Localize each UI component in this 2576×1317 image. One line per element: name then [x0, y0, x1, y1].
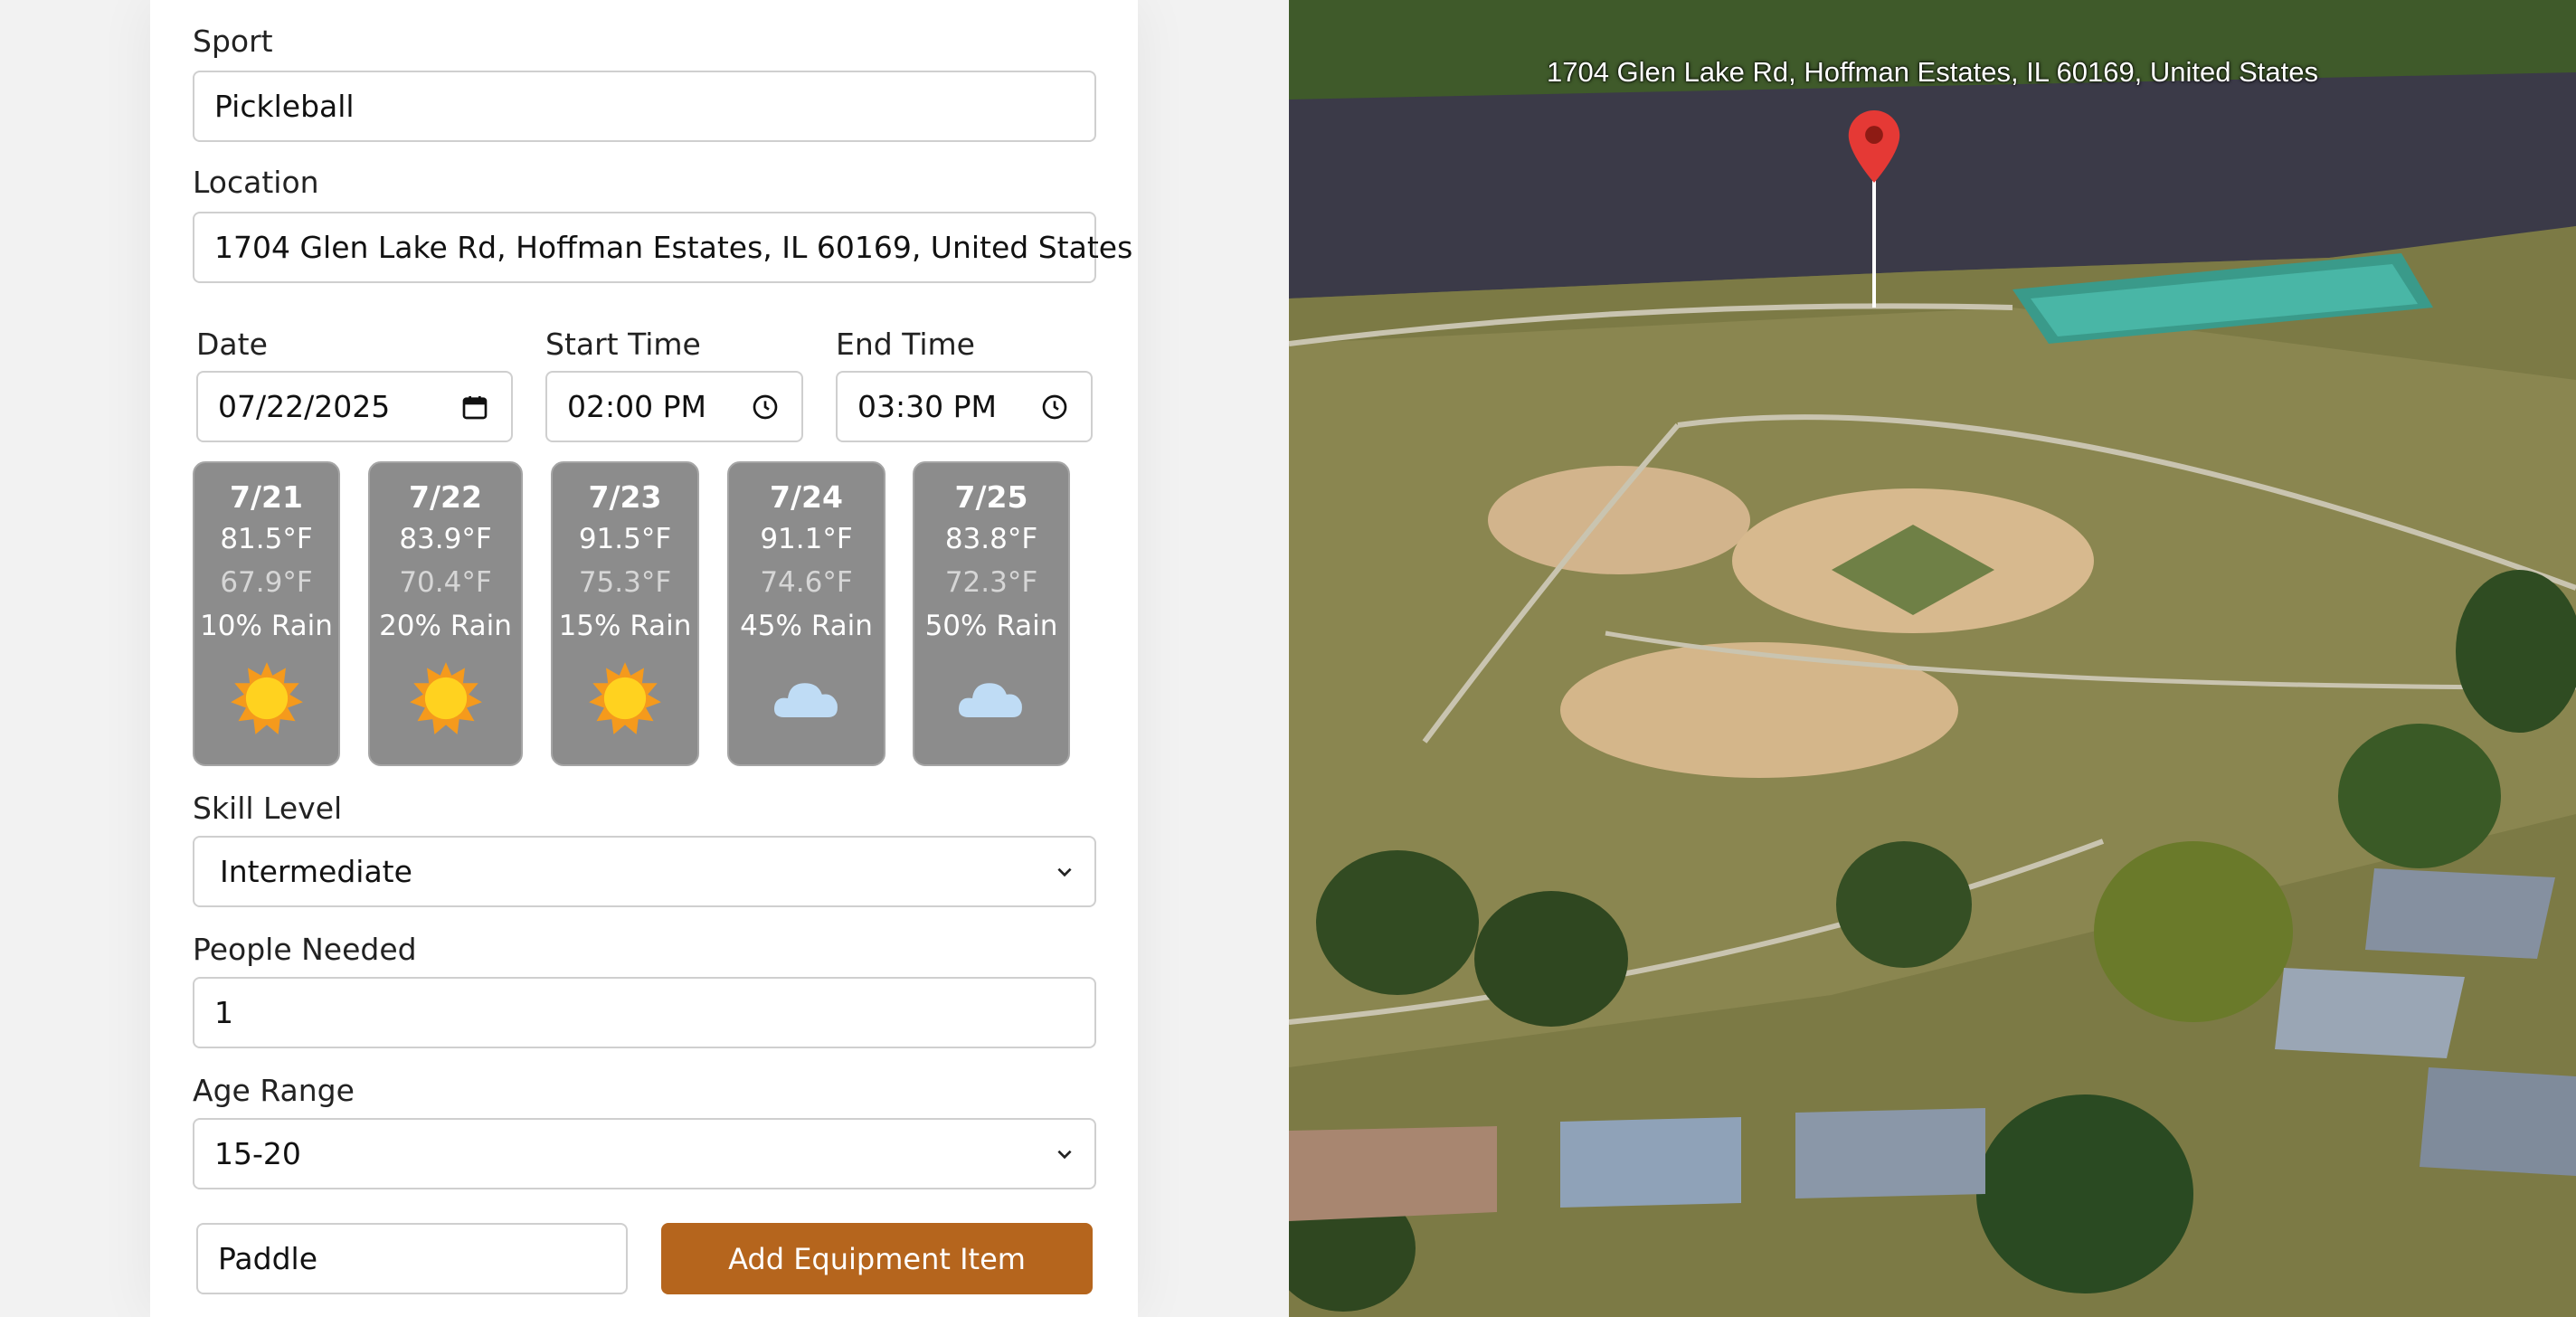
start-time-input[interactable]: 02:00 PM: [545, 371, 803, 442]
age-range-value: 15-20: [214, 1136, 301, 1171]
forecast-card[interactable]: 7/21 81.5°F 67.9°F 10% Rain: [193, 461, 340, 766]
location-input[interactable]: 1704 Glen Lake Rd, Hoffman Estates, IL 6…: [193, 212, 1132, 283]
location-label: Location: [193, 165, 319, 200]
location-value: 1704 Glen Lake Rd, Hoffman Estates, IL 6…: [214, 230, 1133, 265]
forecast-date: 7/24: [770, 479, 843, 515]
map-address-label: 1704 Glen Lake Rd, Hoffman Estates, IL 6…: [1546, 56, 2319, 88]
calendar-icon[interactable]: [460, 393, 489, 422]
map-pin-icon[interactable]: [1848, 110, 1900, 183]
sun-icon: [230, 662, 303, 734]
sun-icon: [409, 662, 482, 734]
start-time-value: 02:00 PM: [567, 389, 706, 424]
equipment-value: Paddle: [218, 1241, 318, 1276]
skill-level-label: Skill Level: [193, 791, 343, 826]
forecast-rain: 15% Rain: [558, 610, 692, 642]
date-value: 07/22/2025: [218, 389, 391, 424]
forecast-high: 91.1°F: [760, 523, 853, 555]
skill-level-select[interactable]: Intermediate: [193, 836, 1096, 907]
cloud-icon: [959, 683, 1022, 717]
forecast-high: 91.5°F: [578, 523, 672, 555]
equipment-input[interactable]: Paddle: [196, 1223, 628, 1294]
add-equipment-button[interactable]: Add Equipment Item: [661, 1223, 1093, 1294]
sport-label: Sport: [193, 24, 273, 59]
chevron-down-icon: [1057, 1150, 1072, 1159]
age-range-label: Age Range: [193, 1073, 355, 1108]
people-needed-label: People Needed: [193, 932, 417, 967]
forecast-card[interactable]: 7/25 83.8°F 72.3°F 50% Rain: [913, 461, 1070, 766]
people-needed-input[interactable]: 1: [193, 977, 1096, 1048]
forecast-rain: 50% Rain: [924, 610, 1058, 642]
forecast-date: 7/21: [230, 479, 303, 515]
skill-level-value: Intermediate: [220, 854, 412, 889]
people-needed-value: 1: [214, 995, 233, 1030]
forecast-high: 81.5°F: [220, 523, 313, 555]
forecast-low: 74.6°F: [760, 566, 853, 599]
forecast-card[interactable]: 7/22 83.9°F 70.4°F 20% Rain: [368, 461, 523, 766]
forecast-rain: 45% Rain: [740, 610, 873, 642]
end-time-value: 03:30 PM: [857, 389, 997, 424]
forecast-rain: 20% Rain: [379, 610, 512, 642]
forecast-date: 7/25: [954, 479, 1028, 515]
cloud-icon: [773, 683, 838, 717]
forecast-high: 83.8°F: [944, 523, 1038, 555]
end-time-input[interactable]: 03:30 PM: [836, 371, 1093, 442]
forecast-low: 67.9°F: [220, 566, 313, 599]
clock-icon[interactable]: [751, 393, 780, 422]
forecast-low: 72.3°F: [944, 566, 1038, 599]
forecast-card[interactable]: 7/23 91.5°F 75.3°F 15% Rain: [551, 461, 699, 766]
date-input[interactable]: 07/22/2025: [196, 371, 513, 442]
forecast-date: 7/22: [409, 479, 482, 515]
forecast-low: 75.3°F: [578, 566, 672, 599]
satellite-map-image: [1289, 0, 2576, 1317]
date-label: Date: [196, 327, 268, 362]
map-view[interactable]: 1704 Glen Lake Rd, Hoffman Estates, IL 6…: [1289, 0, 2576, 1317]
forecast-rain: 10% Rain: [200, 610, 333, 642]
forecast-date: 7/23: [588, 479, 662, 515]
chevron-down-icon: [1057, 867, 1072, 876]
sport-input[interactable]: Pickleball: [193, 71, 1096, 142]
forecast-high: 83.9°F: [399, 523, 492, 555]
start-time-label: Start Time: [545, 327, 701, 362]
sun-icon: [589, 662, 661, 734]
forecast-card[interactable]: 7/24 91.1°F 74.6°F 45% Rain: [727, 461, 886, 766]
age-range-select[interactable]: 15-20: [193, 1118, 1096, 1189]
forecast-low: 70.4°F: [399, 566, 492, 599]
sport-value: Pickleball: [214, 89, 355, 124]
clock-icon[interactable]: [1040, 393, 1069, 422]
end-time-label: End Time: [836, 327, 975, 362]
